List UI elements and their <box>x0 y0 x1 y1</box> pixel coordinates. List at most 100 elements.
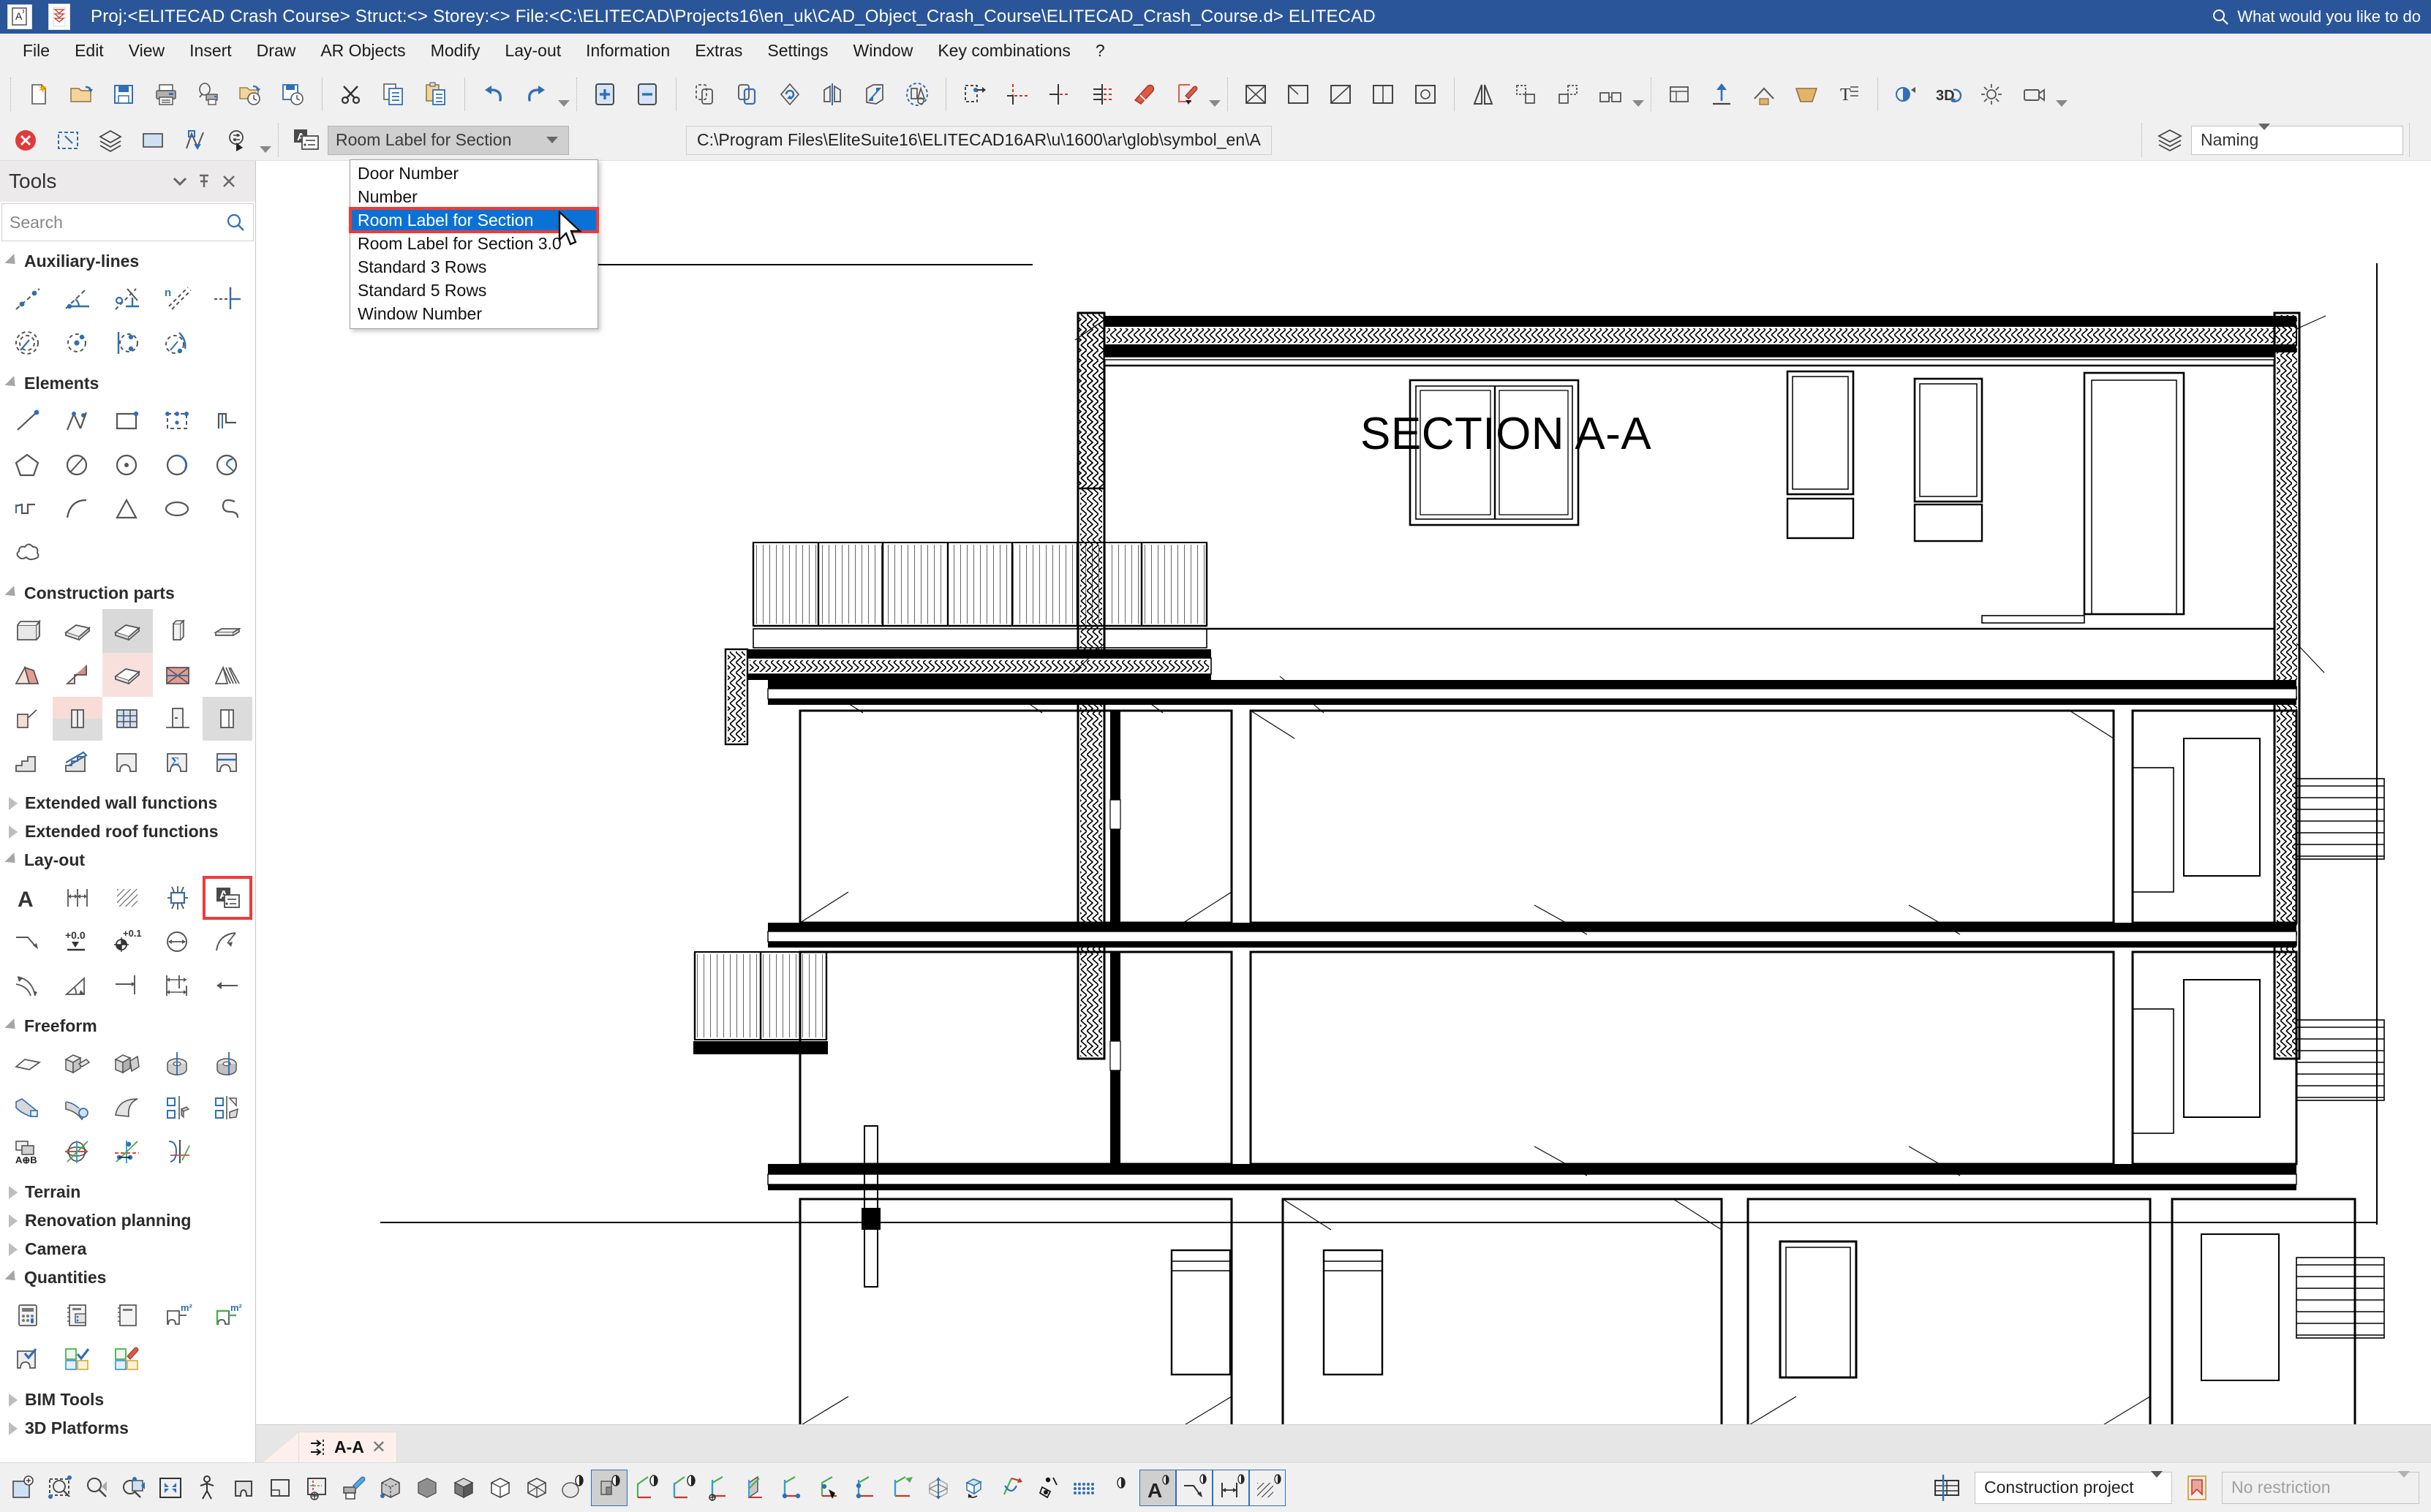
text-style-button[interactable]: T <box>1828 73 1870 116</box>
elevation-point-icon[interactable]: +0.1 <box>102 920 152 964</box>
layer-caret[interactable] <box>1632 73 1645 116</box>
area-m2-green-icon[interactable]: m² <box>203 1293 252 1337</box>
auxiliary-parallel-n-icon[interactable]: n <box>153 277 203 321</box>
polyline-icon[interactable] <box>53 399 102 443</box>
room-label-symbol-icon[interactable]: A <box>285 119 328 162</box>
arc-three-point-icon[interactable] <box>153 443 203 487</box>
rotate-axis-icon[interactable] <box>53 1130 102 1173</box>
angle-dimension-icon[interactable] <box>53 964 102 1008</box>
close-icon[interactable]: ✕ <box>372 1437 386 1458</box>
print-button[interactable] <box>145 73 187 116</box>
rotate-body-icon[interactable] <box>153 1042 203 1086</box>
element-info-button[interactable] <box>1404 73 1447 116</box>
room-view-icon[interactable] <box>225 1470 262 1506</box>
hatch-icon[interactable] <box>102 876 152 920</box>
chain-dimension-icon[interactable] <box>153 964 203 1008</box>
rotate-view-icon[interactable] <box>1030 1470 1066 1506</box>
area-m2-icon[interactable]: m² <box>153 1293 203 1337</box>
boolean-icon[interactable]: A⊕B <box>3 1130 53 1173</box>
freehand-icon[interactable] <box>3 487 53 531</box>
rotate-object-icon[interactable] <box>993 1470 1030 1506</box>
curve-axis-icon[interactable] <box>153 1130 203 1173</box>
hip-roof-icon[interactable] <box>153 653 203 697</box>
layers-button[interactable] <box>89 119 132 162</box>
symbol-insert-icon[interactable] <box>153 876 203 920</box>
symbol-name-combo[interactable]: Room Label for Section <box>328 125 569 155</box>
mirror-vertical-button[interactable] <box>1462 73 1504 116</box>
auxiliary-circle-center-icon[interactable] <box>53 321 102 365</box>
restriction-icon[interactable] <box>2182 1472 2212 1504</box>
tools-search-input[interactable]: Search <box>1 203 254 241</box>
zoom-out-icon[interactable] <box>79 1470 116 1506</box>
shed-roof-icon[interactable] <box>53 653 102 697</box>
report-list-icon[interactable] <box>53 1293 102 1337</box>
trim-corner-button[interactable] <box>996 73 1039 116</box>
drawing-canvas[interactable]: SECTION A-A <box>256 161 2431 1424</box>
axo-view-icon[interactable] <box>664 1470 701 1506</box>
text-toggle-icon[interactable]: A <box>1139 1469 1176 1506</box>
render-sphere-icon[interactable] <box>554 1470 591 1506</box>
dim-toggle-icon[interactable] <box>1213 1469 1249 1506</box>
dropdown-item-standard-5-rows[interactable]: Standard 5 Rows <box>350 279 598 302</box>
menu-item-layout[interactable]: Lay-out <box>492 37 573 65</box>
duplicate-object-button[interactable] <box>726 73 769 116</box>
axis-xz-icon[interactable] <box>847 1470 883 1506</box>
dropdown-item-window-number[interactable]: Window Number <box>350 302 598 325</box>
show-all-button[interactable] <box>1362 73 1404 116</box>
print-preview-button[interactable] <box>187 73 230 116</box>
rooms-check-icon[interactable] <box>53 1337 102 1381</box>
report-icon[interactable] <box>102 1293 152 1337</box>
construction-project-combo[interactable]: Construction project <box>1975 1471 2172 1504</box>
eraser-button[interactable] <box>1123 73 1166 116</box>
zoom-settings-caret[interactable] <box>259 119 272 162</box>
calculator-icon[interactable] <box>3 1293 53 1337</box>
column-icon[interactable] <box>153 609 203 653</box>
sweep-sphere-icon[interactable] <box>53 1086 102 1130</box>
hatch-toggle-icon[interactable] <box>1249 1469 1286 1506</box>
walk-through-icon[interactable] <box>189 1470 225 1506</box>
triangle-icon[interactable] <box>102 487 152 531</box>
rotate-object-button[interactable] <box>769 73 811 116</box>
zoom-previous-icon[interactable] <box>116 1470 152 1506</box>
undo-history-caret[interactable] <box>557 73 570 116</box>
menu-item-extras[interactable]: Extras <box>682 37 755 65</box>
perspective-button[interactable] <box>1785 73 1828 116</box>
axis-origin-icon[interactable] <box>701 1470 737 1506</box>
stairs-icon[interactable] <box>3 741 53 785</box>
menu-item-settings[interactable]: Settings <box>755 37 840 65</box>
menu-item-information[interactable]: Information <box>573 37 682 65</box>
cloud-icon[interactable] <box>3 531 53 575</box>
group-header-elements[interactable]: Elements <box>0 369 255 398</box>
group-header-extended-wall-functions[interactable]: Extended wall functions <box>0 789 255 817</box>
gable-roof-icon[interactable] <box>3 653 53 697</box>
select-group-button[interactable] <box>896 73 938 116</box>
chevron-down-icon[interactable] <box>2258 124 2271 150</box>
group-header-camera[interactable]: Camera <box>0 1235 255 1263</box>
roof-cut-icon[interactable] <box>3 697 53 741</box>
group-header-bim-tools[interactable]: BIM Tools <box>0 1386 255 1414</box>
text-icon[interactable]: A <box>3 876 53 920</box>
pentagon-icon[interactable] <box>3 443 53 487</box>
undo-button[interactable] <box>472 73 515 116</box>
auxiliary-line-point-icon[interactable] <box>3 277 53 321</box>
circle-tangent-icon[interactable] <box>53 443 102 487</box>
dot-grid-icon[interactable] <box>1103 1470 1139 1506</box>
render-solid-icon[interactable] <box>591 1469 627 1506</box>
room-line-icon[interactable] <box>203 741 252 785</box>
section-up-button[interactable] <box>1700 73 1743 116</box>
step-line-icon[interactable] <box>203 399 252 443</box>
room-label-icon[interactable]: A <box>202 876 252 920</box>
stairs-railing-icon[interactable] <box>53 741 102 785</box>
dimension-icon[interactable] <box>53 876 102 920</box>
sweep-icon[interactable] <box>3 1086 53 1130</box>
beam-icon[interactable] <box>203 609 252 653</box>
height-level-icon[interactable]: +0.0 <box>53 920 102 964</box>
zoom-settings-button[interactable] <box>216 119 259 162</box>
dropdown-item-number[interactable]: Number <box>350 185 598 208</box>
room-icon[interactable] <box>102 741 152 785</box>
restriction-combo[interactable]: No restriction <box>2222 1471 2419 1504</box>
auxiliary-crosshair-icon[interactable] <box>203 277 252 321</box>
flat-surface-icon[interactable] <box>3 1042 53 1086</box>
grid-window-icon[interactable] <box>102 697 152 741</box>
arc-dimension-icon[interactable] <box>3 964 53 1008</box>
